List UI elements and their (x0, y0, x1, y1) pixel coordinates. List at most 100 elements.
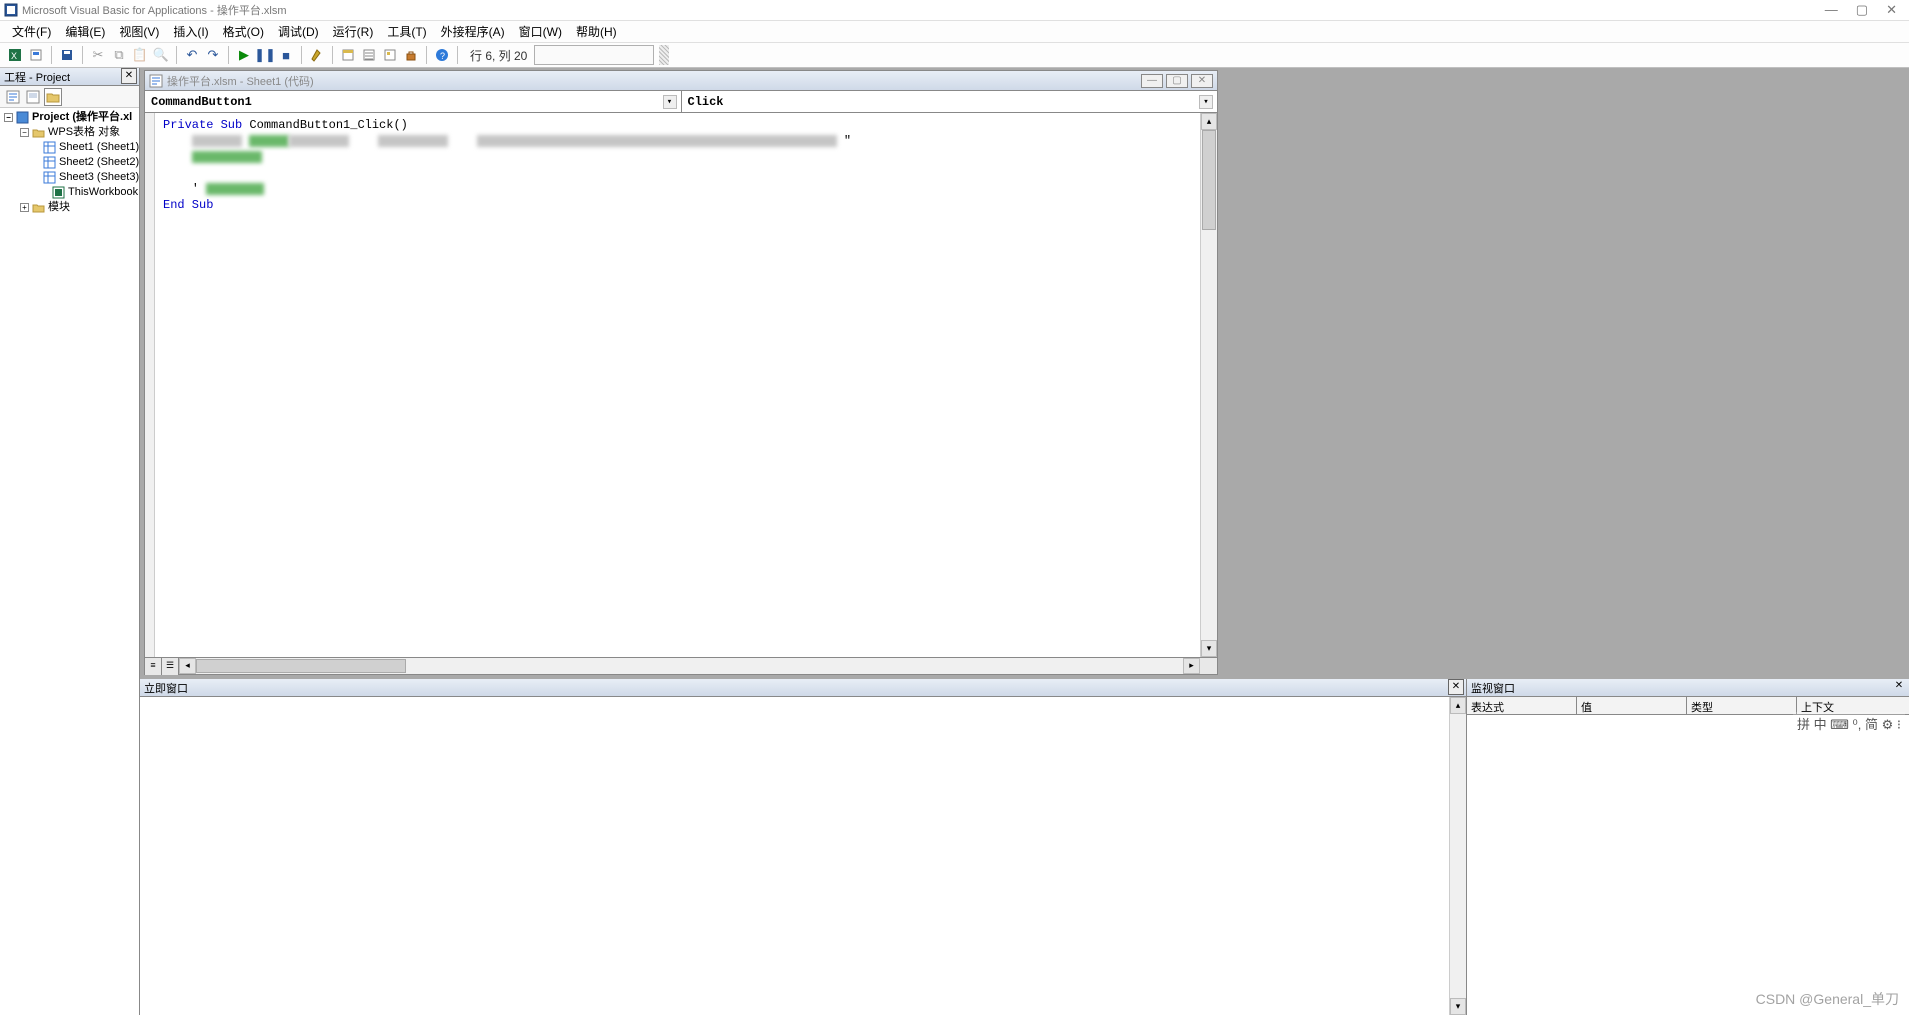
tree-thisworkbook[interactable]: ThisWorkbook (0, 185, 139, 200)
menu-debug[interactable]: 调试(D) (272, 21, 325, 42)
chevron-down-icon[interactable]: ▾ (663, 95, 677, 109)
scroll-right-icon[interactable]: ▸ (1183, 658, 1200, 674)
tree-sheet1[interactable]: Sheet1 (Sheet1) (0, 140, 139, 155)
keyword: Private Sub (163, 118, 242, 132)
menu-edit[interactable]: 编辑(E) (59, 21, 111, 42)
collapse-icon[interactable]: − (20, 128, 29, 137)
menu-file[interactable]: 文件(F) (6, 21, 57, 42)
objects-group[interactable]: − WPS表格 对象 (0, 125, 139, 140)
cut-icon[interactable]: ✂ (89, 46, 107, 64)
code-window-icon (149, 74, 163, 88)
chevron-down-icon[interactable]: ▾ (1199, 95, 1213, 109)
menu-addins[interactable]: 外接程序(A) (435, 21, 511, 42)
object-combo[interactable]: CommandButton1 ▾ (145, 91, 682, 112)
title-bar: Microsoft Visual Basic for Applications … (0, 0, 1909, 20)
full-view-icon[interactable]: ☰ (162, 658, 179, 675)
menu-insert[interactable]: 插入(I) (167, 21, 214, 42)
view-excel-icon[interactable]: X (6, 46, 24, 64)
redo-icon[interactable]: ↷ (204, 46, 222, 64)
insert-module-icon[interactable] (27, 46, 45, 64)
paste-icon[interactable]: 📋 (131, 46, 149, 64)
undo-icon[interactable]: ↶ (183, 46, 201, 64)
menu-window[interactable]: 窗口(W) (513, 21, 568, 42)
copy-icon[interactable]: ⧉ (110, 46, 128, 64)
code-window: 操作平台.xlsm - Sheet1 (代码) — ▢ ✕ CommandBut… (144, 70, 1218, 675)
folder-open-icon (32, 126, 45, 139)
view-object-icon[interactable] (24, 88, 42, 106)
code-token: CommandButton1_Click() (242, 118, 408, 132)
code-window-titlebar[interactable]: 操作平台.xlsm - Sheet1 (代码) — ▢ ✕ (145, 71, 1217, 91)
project-icon (16, 111, 29, 124)
expand-icon[interactable]: + (20, 203, 29, 212)
minimize-button[interactable]: — (1825, 2, 1838, 18)
scroll-up-icon[interactable]: ▴ (1450, 697, 1466, 714)
scroll-thumb[interactable] (196, 659, 406, 673)
procedure-combo[interactable]: Click ▾ (682, 91, 1218, 112)
code-window-minimize-icon[interactable]: — (1141, 74, 1163, 88)
immediate-vertical-scrollbar[interactable]: ▴ ▾ (1449, 697, 1466, 1015)
scroll-left-icon[interactable]: ◂ (179, 658, 196, 674)
maximize-button[interactable]: ▢ (1856, 2, 1868, 18)
code-vertical-scrollbar[interactable]: ▴ ▾ (1200, 113, 1217, 657)
scroll-up-icon[interactable]: ▴ (1201, 113, 1217, 130)
run-icon[interactable]: ▶ (235, 46, 253, 64)
watch-col-expression[interactable]: 表达式 (1467, 697, 1577, 714)
object-browser-icon[interactable] (381, 46, 399, 64)
menu-tools[interactable]: 工具(T) (381, 21, 432, 42)
app-title: Microsoft Visual Basic for Applications … (22, 2, 1825, 18)
modules-group-label: 模块 (48, 200, 70, 215)
project-tree[interactable]: − Project (操作平台.xl − WPS表格 对象 Sheet1 (Sh… (0, 108, 139, 1015)
toolbar-scope-dropdown[interactable] (534, 45, 654, 65)
ime-toolbar[interactable]: 拼 中 ⌨ ⁰, 简 ⚙ ⁝ (1793, 712, 1905, 735)
procedure-combo-value: Click (688, 95, 724, 109)
watch-body[interactable] (1467, 715, 1909, 1015)
sheet-icon (43, 141, 56, 154)
save-icon[interactable] (58, 46, 76, 64)
menu-format[interactable]: 格式(O) (217, 21, 270, 42)
project-explorer-icon[interactable] (339, 46, 357, 64)
toolbar: X ✂ ⧉ 📋 🔍 ↶ ↷ ▶ ❚❚ ■ ? 行 6, 列 20 (0, 42, 1909, 68)
find-icon[interactable]: 🔍 (152, 46, 170, 64)
menu-view[interactable]: 视图(V) (113, 21, 165, 42)
code-editor[interactable]: Private Sub CommandButton1_Click() " ' E… (155, 113, 1200, 657)
immediate-window-titlebar[interactable]: 立即窗口 ✕ (140, 679, 1466, 697)
toolbox-icon[interactable] (402, 46, 420, 64)
immediate-window-close-icon[interactable]: ✕ (1448, 679, 1464, 695)
code-margin[interactable] (145, 113, 155, 657)
reset-icon[interactable]: ■ (277, 46, 295, 64)
watch-window-titlebar[interactable]: 监视窗口 ✕ (1467, 679, 1909, 697)
help-icon[interactable]: ? (433, 46, 451, 64)
scroll-down-icon[interactable]: ▾ (1450, 998, 1466, 1015)
break-icon[interactable]: ❚❚ (256, 46, 274, 64)
design-mode-icon[interactable] (308, 46, 326, 64)
scroll-down-icon[interactable]: ▾ (1201, 640, 1217, 657)
watch-col-value[interactable]: 值 (1577, 697, 1687, 714)
menu-run[interactable]: 运行(R) (327, 21, 380, 42)
code-horizontal-scrollbar[interactable]: ◂ ▸ (179, 658, 1200, 674)
toggle-folders-icon[interactable] (44, 88, 62, 106)
project-root[interactable]: − Project (操作平台.xl (0, 110, 139, 125)
immediate-window-body[interactable]: ▴ ▾ (140, 697, 1466, 1015)
properties-icon[interactable] (360, 46, 378, 64)
project-explorer-title-text: 工程 - Project (4, 69, 70, 85)
watch-col-type[interactable]: 类型 (1687, 697, 1797, 714)
code-window-maximize-icon[interactable]: ▢ (1166, 74, 1188, 88)
project-root-label: Project (操作平台.xl (32, 110, 132, 125)
close-button[interactable]: ✕ (1886, 2, 1897, 18)
proc-view-icon[interactable]: ≡ (145, 658, 162, 675)
view-code-icon[interactable] (4, 88, 22, 106)
collapse-icon[interactable]: − (4, 113, 13, 122)
tree-sheet3[interactable]: Sheet3 (Sheet3) (0, 170, 139, 185)
menu-help[interactable]: 帮助(H) (570, 21, 623, 42)
project-explorer-close-icon[interactable]: ✕ (121, 68, 137, 84)
scroll-thumb[interactable] (1202, 130, 1216, 230)
workbook-icon (52, 186, 65, 199)
modules-group[interactable]: + 模块 (0, 200, 139, 215)
scroll-corner (1200, 658, 1217, 674)
project-explorer-title[interactable]: 工程 - Project ✕ (0, 68, 139, 86)
tree-sheet2[interactable]: Sheet2 (Sheet2) (0, 155, 139, 170)
watch-window-close-icon[interactable]: ✕ (1891, 679, 1907, 695)
menu-bar: 文件(F) 编辑(E) 视图(V) 插入(I) 格式(O) 调试(D) 运行(R… (0, 20, 1909, 42)
code-window-close-icon[interactable]: ✕ (1191, 74, 1213, 88)
keyword: End Sub (163, 198, 213, 212)
